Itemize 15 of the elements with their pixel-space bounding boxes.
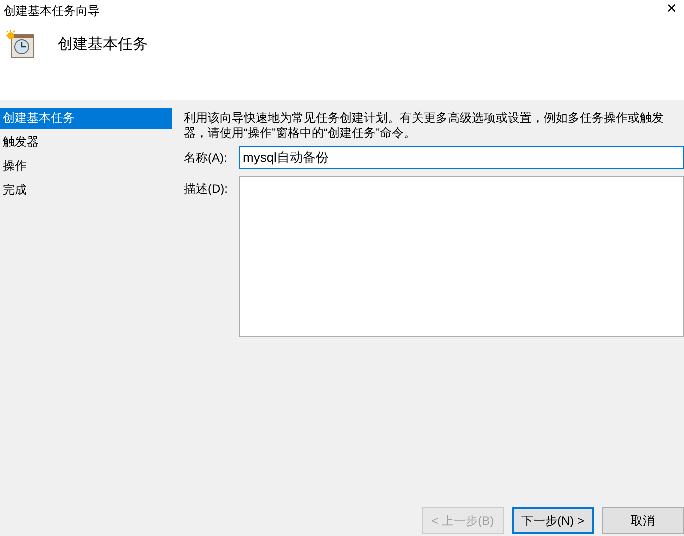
intro-text: 利用该向导快速地为常见任务创建计划。有关更多高级选项或设置，例如多任务操作或触发器，请使用“操作”窗格中的“创建任务”命令。 [184, 110, 665, 141]
wizard-step[interactable]: 触发器 [0, 132, 172, 153]
description-label: 描述(D): [184, 181, 229, 198]
wizard-button[interactable]: 取消 [602, 507, 684, 534]
name-field[interactable]: mysql自动备份 [239, 146, 684, 169]
description-field[interactable] [239, 176, 684, 337]
page-heading: 创建基本任务 [58, 34, 148, 55]
name-label: 名称(A): [184, 150, 228, 166]
window-title: 创建基本任务向导 [3, 3, 100, 20]
wizard-step[interactable]: 操作 [0, 156, 172, 177]
close-button[interactable]: ✕ [660, 0, 684, 18]
wizard-step[interactable]: 完成 [0, 180, 172, 201]
wizard-step[interactable]: 创建基本任务 [0, 108, 172, 129]
clock-icon [6, 30, 36, 60]
wizard-button[interactable]: 下一步(N) > [512, 507, 594, 534]
